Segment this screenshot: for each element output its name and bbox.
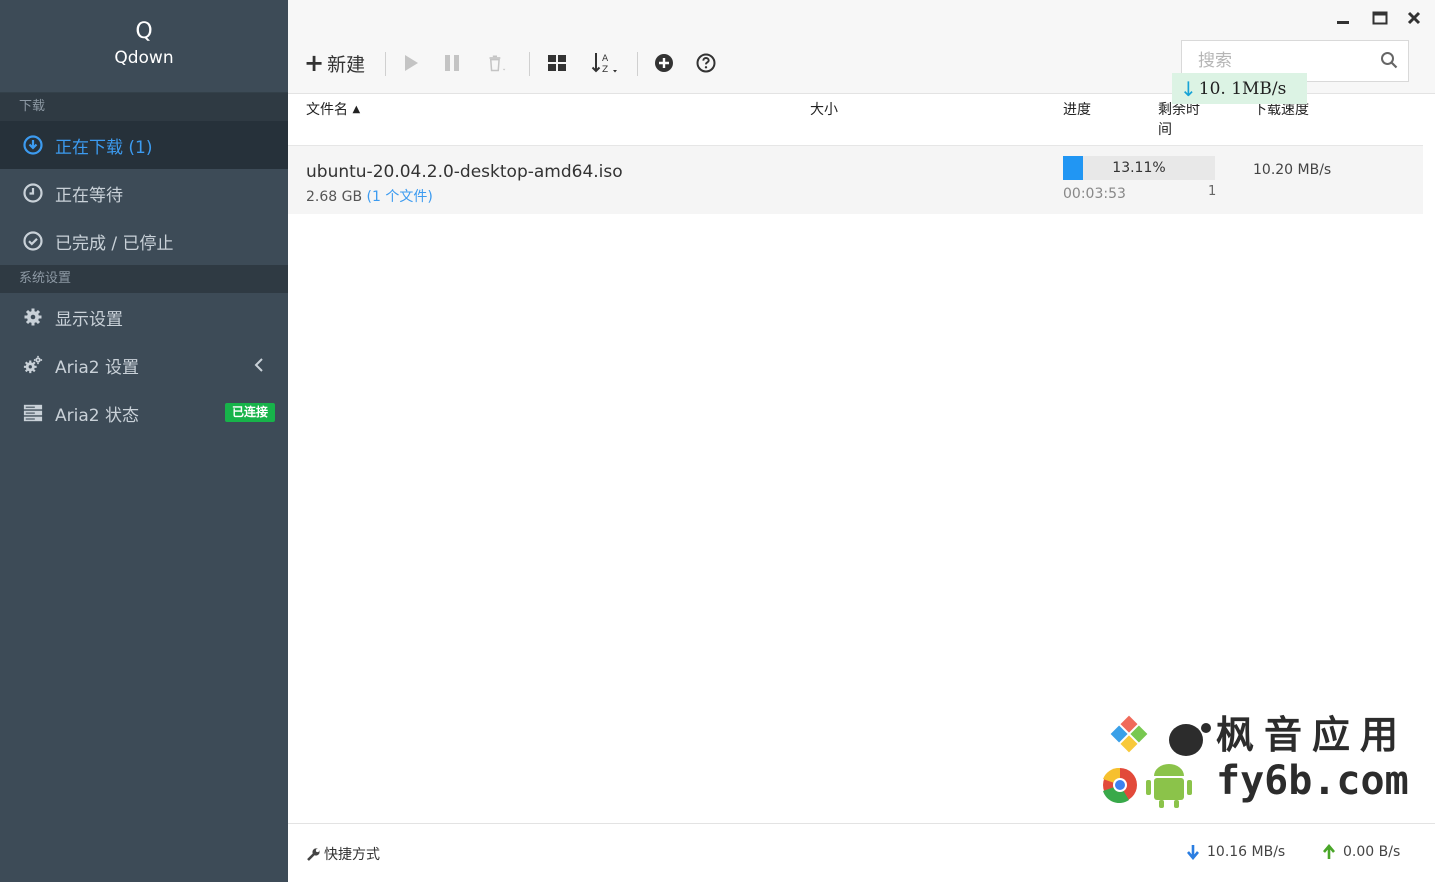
pause-icon (445, 55, 459, 71)
arrow-down-icon: ↓ (1180, 76, 1197, 101)
section-header-settings: 系统设置 (0, 265, 288, 293)
add-button[interactable] (653, 48, 675, 78)
total-upload-speed-value: 0.00 B/s (1343, 844, 1401, 860)
sidebar-item-label: 已完成 / 已停止 (55, 233, 174, 254)
svg-text:Z: Z (602, 65, 608, 74)
download-speed: 10.20 MB/s (1253, 162, 1332, 178)
status-bar: 快捷方式 10.16 MB/s 0.00 B/s (288, 823, 1435, 883)
arrow-down-icon (1187, 845, 1199, 860)
column-header-progress[interactable]: 进度 (1063, 100, 1091, 120)
shortcut-label: 快捷方式 (324, 847, 380, 863)
maximize-button[interactable] (1369, 8, 1391, 28)
column-header-label: 文件名 (306, 102, 348, 118)
sidebar-item-label: 正在下载 (1) (55, 137, 153, 158)
file-size-value: 2.68 GB (306, 189, 363, 205)
sidebar-item-aria2-settings[interactable]: Aria2 设置 (0, 341, 288, 389)
close-icon (1407, 11, 1421, 25)
trash-icon (489, 55, 506, 72)
column-header-remaining[interactable]: 剩余时间 (1158, 100, 1210, 140)
sidebar-item-waiting[interactable]: 正在等待 (0, 169, 288, 217)
total-download-speed-value: 10.16 MB/s (1207, 844, 1286, 860)
file-count-link[interactable]: (1 个文件) (367, 189, 433, 205)
sidebar-item-aria2-status[interactable]: Aria2 状态 已连接 (0, 389, 288, 437)
delete-button[interactable] (483, 48, 511, 78)
sort-asc-icon: ▲ (352, 104, 361, 115)
pause-button[interactable] (441, 48, 463, 78)
download-circle-icon (22, 134, 44, 156)
grid-icon (548, 55, 566, 71)
gears-icon (22, 354, 44, 376)
sidebar: Q Qdown 下载 正在下载 (1) 正在等待 已完成 / 已停止 系统设置 … (0, 0, 288, 882)
close-button[interactable] (1403, 8, 1425, 28)
question-circle-icon (696, 53, 716, 73)
start-button[interactable] (400, 48, 422, 78)
progress-text: 13.11% (1112, 160, 1166, 176)
sort-button[interactable]: AZ (590, 48, 620, 78)
toolbar-divider (637, 52, 638, 76)
new-task-label: 新建 (327, 53, 366, 76)
column-header-name[interactable]: 文件名 ▲ (306, 100, 360, 120)
app-logo: Q (135, 19, 153, 44)
main-panel: + 新建 AZ 搜索 文件名 ▲ 大小 进度 剩余时间 下载速度 ↓ 10. 1… (288, 0, 1435, 883)
sidebar-item-label: 显示设置 (55, 309, 123, 330)
minimize-icon (1337, 21, 1349, 24)
minimize-button[interactable] (1332, 8, 1354, 28)
help-button[interactable] (695, 48, 717, 78)
sidebar-item-label: 正在等待 (55, 185, 123, 206)
wrench-icon (307, 847, 320, 861)
new-task-button[interactable]: + 新建 (304, 48, 365, 78)
sidebar-item-downloading[interactable]: 正在下载 (1) (0, 121, 288, 169)
toolbar-divider (529, 52, 530, 76)
search-icon[interactable] (1380, 51, 1398, 73)
progress-bar: 13.11% (1063, 156, 1215, 180)
arrow-up-icon (1323, 844, 1335, 859)
connection-count: 1 (1208, 184, 1217, 199)
sidebar-item-label: Aria2 设置 (55, 357, 139, 378)
plus-icon: + (304, 49, 325, 77)
speed-tooltip-text: 10. 1MB/s (1198, 78, 1287, 99)
shortcut-button[interactable]: 快捷方式 (306, 844, 380, 864)
chevron-left-icon (254, 358, 263, 372)
clock-icon (22, 182, 44, 204)
plus-circle-icon (655, 54, 673, 72)
watermark-text-domain: fy6b.com (1216, 758, 1409, 804)
sidebar-item-display-settings[interactable]: 显示设置 (0, 293, 288, 341)
svg-text:A: A (602, 54, 609, 64)
watermark-text-cn: 枫音应用 (1216, 713, 1409, 757)
table-row[interactable]: ubuntu-20.04.2.0-desktop-amd64.iso 2.68 … (288, 146, 1423, 214)
watermark: 枫音应用 fy6b.com (1098, 700, 1418, 815)
play-icon (405, 55, 418, 71)
file-name: ubuntu-20.04.2.0-desktop-amd64.iso (306, 162, 623, 182)
brand: Q Qdown (0, 0, 288, 93)
gear-icon (22, 306, 44, 328)
maximize-icon (1372, 11, 1388, 25)
view-mode-button[interactable] (546, 48, 568, 78)
status-badge: 已连接 (224, 403, 275, 422)
sidebar-item-label: Aria2 状态 (55, 405, 139, 426)
server-icon (22, 402, 44, 424)
total-upload-speed: 0.00 B/s (1322, 844, 1400, 860)
section-header-download: 下载 (0, 93, 288, 121)
watermark-logo (1103, 715, 1211, 808)
remaining-time: 00:03:53 (1063, 186, 1126, 202)
sort-alpha-icon: AZ (591, 53, 617, 74)
scrollbar[interactable] (1423, 94, 1435, 823)
toolbar-divider (385, 52, 386, 76)
sidebar-item-finished[interactable]: 已完成 / 已停止 (0, 217, 288, 265)
total-download-speed: 10.16 MB/s (1186, 844, 1285, 860)
file-size: 2.68 GB (1 个文件) (306, 186, 433, 206)
check-circle-icon (22, 230, 44, 252)
speed-tooltip: ↓ 10. 1MB/s (1172, 73, 1307, 104)
column-header-size[interactable]: 大小 (810, 100, 838, 120)
app-name: Qdown (114, 48, 174, 68)
